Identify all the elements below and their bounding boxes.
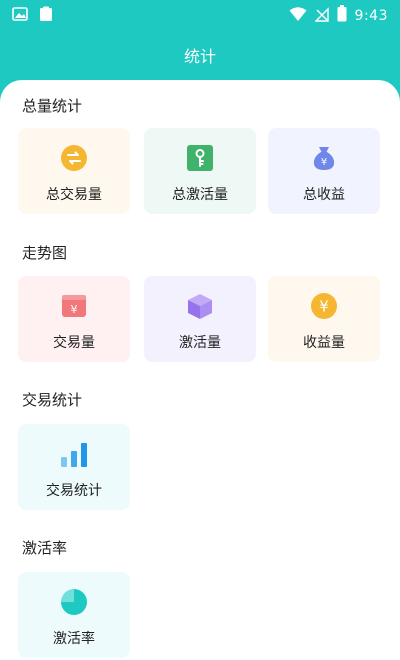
card-label: 交易量: [53, 335, 95, 351]
card-label: 激活量: [179, 335, 221, 351]
card-label: 收益量: [303, 335, 345, 351]
page-title: 统计: [183, 47, 216, 66]
content-sheet: 总量统计 总交易量 总激活量 ¥ 总收益 走势图 ¥ 交易量 激活量 ¥ 收益量…: [0, 80, 400, 660]
card-transaction-volume[interactable]: ¥ 交易量: [18, 276, 130, 362]
money-bag-icon: ¥: [310, 144, 338, 172]
header: 统计: [0, 30, 400, 80]
svg-text:¥: ¥: [321, 157, 327, 168]
svg-text:¥: ¥: [319, 298, 329, 316]
wifi-icon: [289, 6, 307, 26]
card-transaction-stats[interactable]: 交易统计: [18, 424, 130, 510]
signal-icon: [313, 6, 329, 26]
section-title-total: 总量统计: [22, 97, 83, 115]
card-label: 总交易量: [46, 187, 102, 203]
pie-chart-icon: [60, 588, 88, 616]
card-activation-rate[interactable]: 激活率: [18, 572, 130, 658]
svg-text:¥: ¥: [71, 303, 78, 316]
section-title-activation-rate: 激活率: [22, 539, 68, 557]
cube-icon: [186, 292, 214, 320]
image-icon: [12, 6, 28, 26]
bar-chart-icon: [60, 440, 88, 468]
card-label: 总激活量: [172, 187, 228, 203]
section-title-trend: 走势图: [22, 244, 68, 262]
exchange-coin-icon: [60, 144, 88, 172]
card-revenue-volume[interactable]: ¥ 收益量: [268, 276, 380, 362]
battery-icon: [337, 5, 347, 26]
card-activation-volume[interactable]: 激活量: [144, 276, 256, 362]
status-bar: 9:43: [0, 0, 400, 30]
yuan-box-icon: ¥: [60, 292, 88, 320]
status-time: 9:43: [354, 7, 388, 24]
clipboard-icon: [38, 6, 54, 26]
key-icon: [186, 144, 214, 172]
yuan-coin-icon: ¥: [310, 292, 338, 320]
section-title-transaction-stats: 交易统计: [22, 391, 83, 409]
card-label: 交易统计: [46, 483, 102, 499]
card-total-transactions[interactable]: 总交易量: [18, 128, 130, 214]
card-label: 激活率: [53, 631, 95, 647]
card-total-activations[interactable]: 总激活量: [144, 128, 256, 214]
card-label: 总收益: [303, 187, 345, 203]
card-total-revenue[interactable]: ¥ 总收益: [268, 128, 380, 214]
